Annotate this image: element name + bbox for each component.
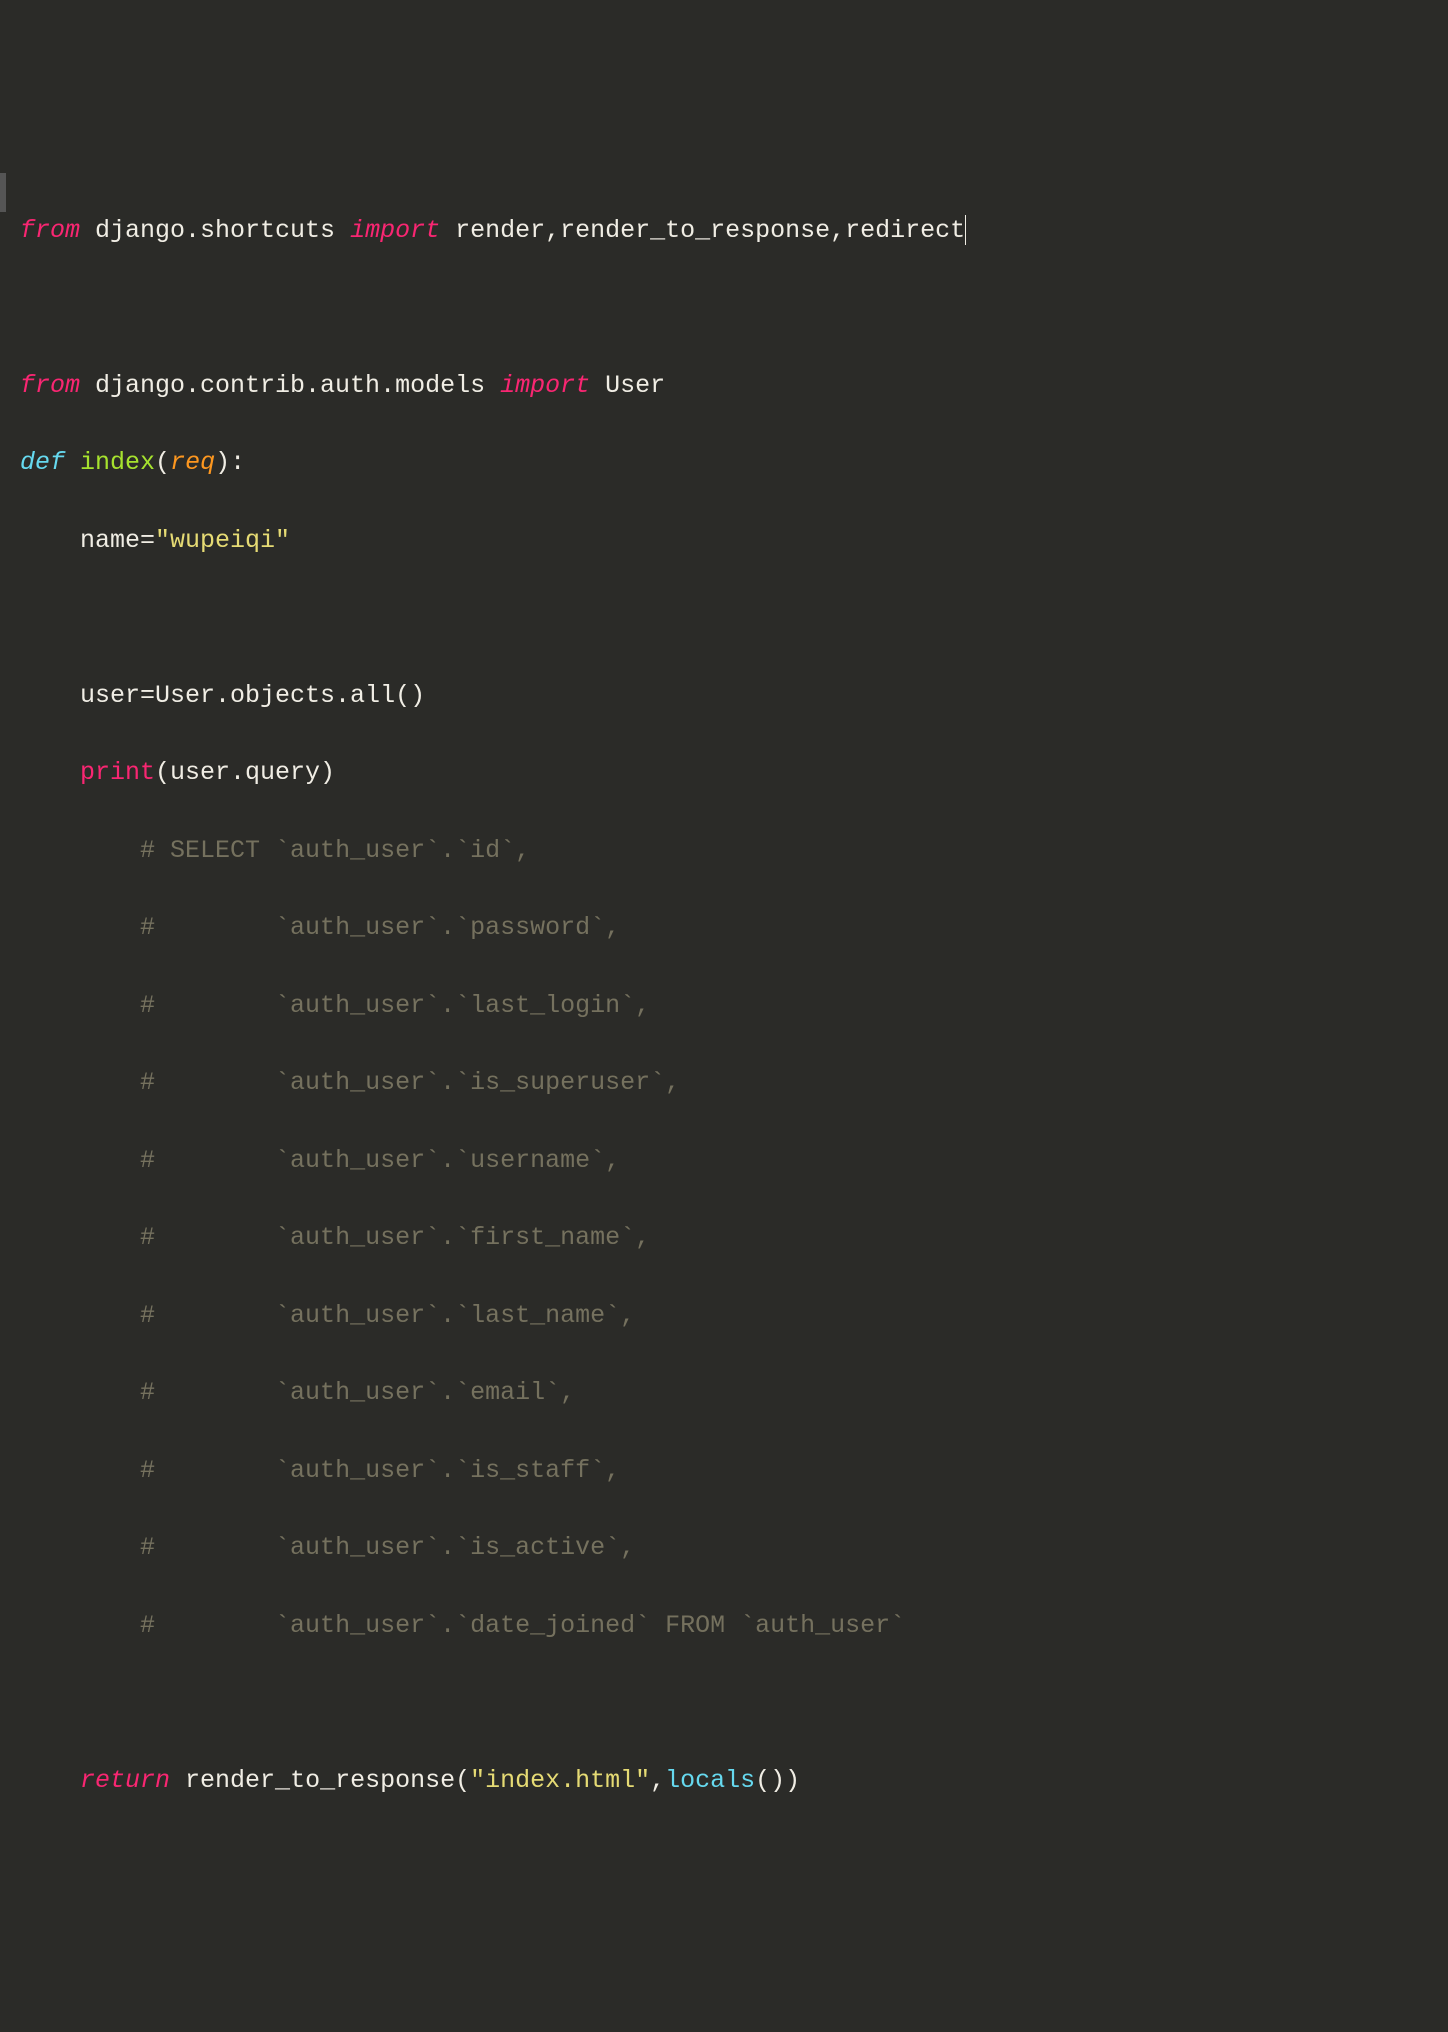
code-line: return render_to_response("index.html",l… (20, 1762, 1448, 1801)
code-line: # `auth_user`.`is_staff`, (20, 1452, 1448, 1491)
code-line: name="wupeiqi" (20, 522, 1448, 561)
keyword-return: return (80, 1766, 170, 1795)
code-line: # `auth_user`.`password`, (20, 909, 1448, 948)
code-line: # `auth_user`.`last_name`, (20, 1297, 1448, 1336)
code-line: # `auth_user`.`is_superuser`, (20, 1064, 1448, 1103)
function-call: print (80, 758, 155, 787)
function-name: index (80, 448, 155, 477)
code-line: # `auth_user`.`first_name`, (20, 1219, 1448, 1258)
keyword-def: def (20, 448, 65, 477)
code-line: from django.shortcuts import render,rend… (20, 212, 1448, 251)
comment: # `auth_user`.`date_joined` FROM `auth_u… (140, 1611, 905, 1640)
code-line: from django.contrib.auth.models import U… (20, 367, 1448, 406)
keyword-import: import (500, 371, 590, 400)
string-literal: "index.html" (470, 1766, 650, 1795)
comment: # `auth_user`.`password`, (140, 913, 620, 942)
import-names: User (590, 371, 665, 400)
assignment: name= (80, 526, 155, 555)
code-line: # `auth_user`.`username`, (20, 1142, 1448, 1181)
code-line (20, 289, 1448, 328)
keyword-from: from (20, 371, 80, 400)
comment: # `auth_user`.`email`, (140, 1378, 575, 1407)
text-cursor (965, 215, 966, 245)
code-line (20, 599, 1448, 638)
code-line: # SELECT `auth_user`.`id`, (20, 832, 1448, 871)
module-path: django.shortcuts (80, 216, 350, 245)
code-line: # `auth_user`.`date_joined` FROM `auth_u… (20, 1607, 1448, 1646)
parameter: req (170, 448, 215, 477)
code-editor[interactable]: from django.shortcuts import render,rend… (20, 173, 1448, 1839)
import-names: render,render_to_response,redirect (440, 216, 965, 245)
comment: # `auth_user`.`is_active`, (140, 1533, 635, 1562)
code-line: # `auth_user`.`is_active`, (20, 1529, 1448, 1568)
comment: # `auth_user`.`first_name`, (140, 1223, 650, 1252)
builtin-function: locals (665, 1766, 755, 1795)
comment: # `auth_user`.`is_staff`, (140, 1456, 620, 1485)
comment: # `auth_user`.`last_name`, (140, 1301, 635, 1330)
string-literal: "wupeiqi" (155, 526, 290, 555)
code-line: def index(req): (20, 444, 1448, 483)
code-line: # `auth_user`.`last_login`, (20, 987, 1448, 1026)
comment: # `auth_user`.`username`, (140, 1146, 620, 1175)
comment: # `auth_user`.`is_superuser`, (140, 1068, 680, 1097)
code-line (20, 1684, 1448, 1723)
code-line: print(user.query) (20, 754, 1448, 793)
code-text: user=User.objects.all() (80, 681, 425, 710)
keyword-from: from (20, 216, 80, 245)
line-highlight (0, 173, 6, 212)
module-path: django.contrib.auth.models (80, 371, 500, 400)
code-line: user=User.objects.all() (20, 677, 1448, 716)
code-line: # `auth_user`.`email`, (20, 1374, 1448, 1413)
keyword-import: import (350, 216, 440, 245)
comment: # SELECT `auth_user`.`id`, (140, 836, 530, 865)
comment: # `auth_user`.`last_login`, (140, 991, 650, 1020)
